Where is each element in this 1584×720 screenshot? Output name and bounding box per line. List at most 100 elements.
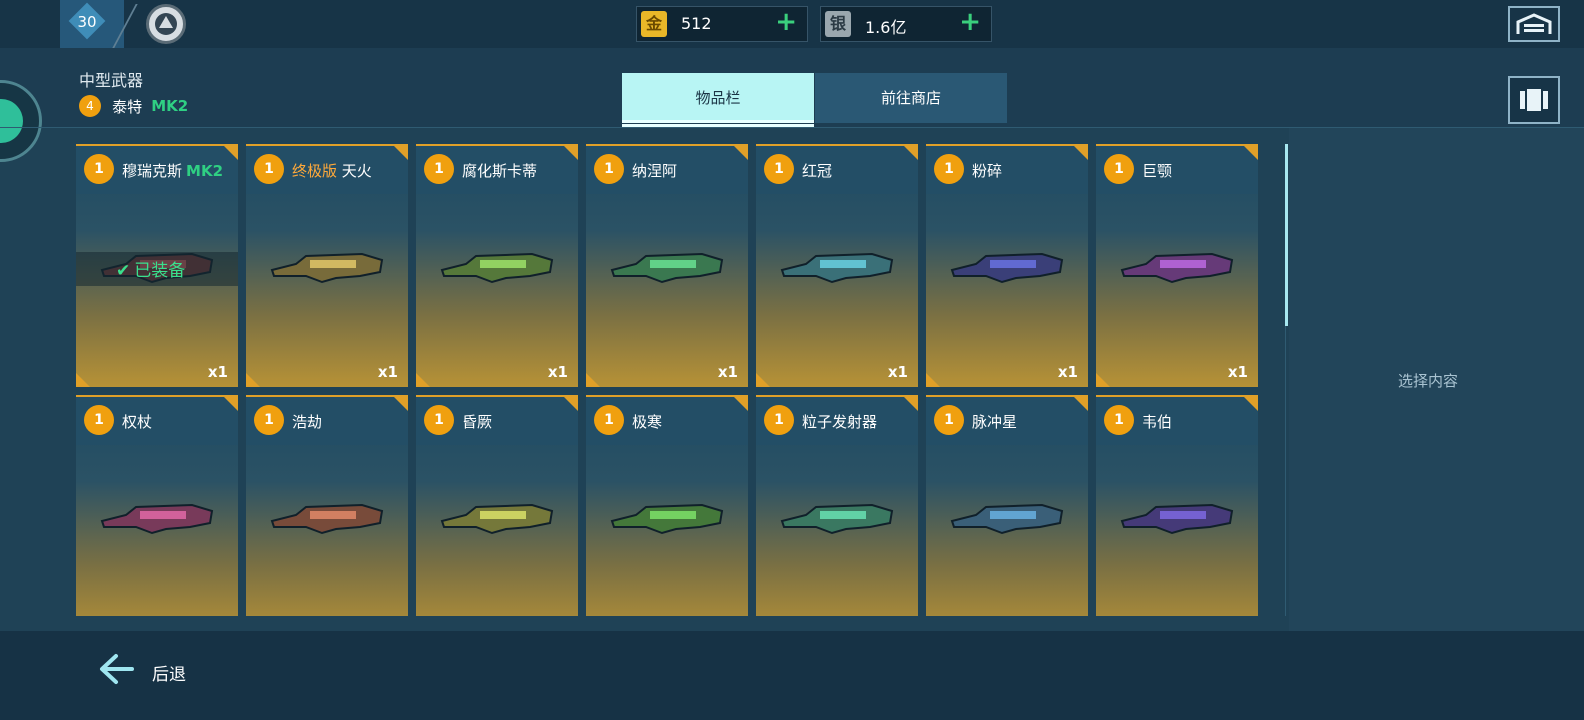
corner-accent bbox=[756, 373, 770, 387]
weapon-weber-icon bbox=[1120, 503, 1234, 535]
hangar-icon bbox=[1516, 13, 1552, 34]
weapon-redcrown-icon bbox=[780, 252, 894, 284]
item-level-badge: 1 bbox=[254, 405, 284, 435]
item-card[interactable]: 1 腐化斯卡蒂 x1 bbox=[416, 144, 578, 387]
item-name-text: 巨颚 bbox=[1142, 162, 1173, 180]
weapon-frost-icon bbox=[610, 503, 724, 535]
scroll-track bbox=[1285, 326, 1286, 616]
weapon-scepter-icon bbox=[100, 503, 214, 535]
item-card[interactable]: 1 粉碎 x1 bbox=[926, 144, 1088, 387]
silver-currency: 银 1.6亿 + bbox=[820, 6, 992, 42]
player-level[interactable]: 30 bbox=[60, 0, 124, 48]
corner-accent bbox=[926, 373, 940, 387]
item-name-text: 韦伯 bbox=[1142, 413, 1173, 431]
item-name-text: 权杖 bbox=[122, 413, 153, 431]
weapon-nania-icon bbox=[610, 252, 724, 284]
category-title: 中型武器 bbox=[79, 71, 144, 90]
item-name-text: 纳涅阿 bbox=[632, 162, 678, 180]
item-card[interactable]: 1 粒子发射器 bbox=[756, 395, 918, 616]
toggle-view-button[interactable] bbox=[1508, 76, 1560, 124]
corner-accent bbox=[224, 146, 238, 160]
level-number: 30 bbox=[77, 13, 97, 31]
item-name-text: 浩劫 bbox=[292, 413, 323, 431]
weapon-particle-icon bbox=[780, 503, 894, 535]
select-content-hint: 选择内容 bbox=[1398, 372, 1459, 390]
item-name: 穆瑞克斯 MK2 bbox=[122, 160, 223, 181]
corner-accent bbox=[904, 397, 918, 411]
item-count: x1 bbox=[1227, 363, 1248, 381]
item-name-text: 红冠 bbox=[802, 162, 833, 180]
item-card[interactable]: 1 昏厥 bbox=[416, 395, 578, 616]
corner-accent bbox=[564, 146, 578, 160]
item-name: 纳涅阿 bbox=[632, 160, 677, 181]
bottom-bar bbox=[0, 631, 1584, 720]
item-card[interactable]: 1 极寒 bbox=[586, 395, 748, 616]
item-card[interactable]: 1 韦伯 bbox=[1096, 395, 1258, 616]
item-level-badge: 1 bbox=[1104, 405, 1134, 435]
item-card[interactable]: 1 脉冲星 bbox=[926, 395, 1088, 616]
item-name: 韦伯 bbox=[1142, 411, 1172, 432]
scrollbar[interactable] bbox=[1285, 144, 1288, 326]
item-name: 粉碎 bbox=[972, 160, 1002, 181]
item-name: 红冠 bbox=[802, 160, 832, 181]
corner-accent bbox=[1244, 146, 1258, 160]
item-level-badge: 1 bbox=[84, 405, 114, 435]
item-name-text: 腐化斯卡蒂 bbox=[462, 162, 538, 180]
item-name: 脉冲星 bbox=[972, 411, 1017, 432]
item-card[interactable]: 1 穆瑞克斯 MK2 ✔ 已装备 x1 bbox=[76, 144, 238, 387]
item-level-badge: 1 bbox=[1104, 154, 1134, 184]
check-icon: ✔ bbox=[116, 261, 131, 281]
item-level-badge: 1 bbox=[934, 154, 964, 184]
weapon-skadi-icon bbox=[440, 252, 554, 284]
weapon-pulsar-icon bbox=[950, 503, 1064, 535]
weapon-mk: MK2 bbox=[151, 97, 189, 115]
panel-icon bbox=[1520, 89, 1548, 111]
corner-accent bbox=[246, 373, 260, 387]
weapon-jaw-icon bbox=[1120, 252, 1234, 284]
equipped-text: 已装备 bbox=[134, 261, 186, 281]
item-name: 极寒 bbox=[632, 411, 662, 432]
item-card[interactable]: 1 巨颚 x1 bbox=[1096, 144, 1258, 387]
item-name-text: 穆瑞克斯 bbox=[122, 162, 183, 180]
item-count: x1 bbox=[547, 363, 568, 381]
item-mk: MK2 bbox=[186, 162, 224, 180]
item-count: x1 bbox=[887, 363, 908, 381]
item-level-badge: 1 bbox=[424, 154, 454, 184]
rank-emblem-icon[interactable] bbox=[146, 4, 186, 44]
item-name: 巨颚 bbox=[1142, 160, 1172, 181]
item-name: 粒子发射器 bbox=[802, 411, 877, 432]
current-weapon: 4 泰特 MK2 bbox=[79, 95, 188, 117]
item-card[interactable]: 1 红冠 x1 bbox=[756, 144, 918, 387]
item-level-badge: 1 bbox=[764, 154, 794, 184]
back-button[interactable]: 后退 bbox=[98, 652, 208, 688]
weapon-name: 泰特 bbox=[112, 97, 143, 116]
item-name-text: 天火 bbox=[337, 162, 372, 180]
inventory-grid: 1 穆瑞克斯 MK2 ✔ 已装备 x1 1 终极版 天火 x1 1 腐化斯卡蒂 x1 1 纳涅阿 x1 1 红冠… bbox=[76, 144, 1260, 616]
item-name: 权杖 bbox=[122, 411, 152, 432]
item-card[interactable]: 1 纳涅阿 x1 bbox=[586, 144, 748, 387]
add-silver-button[interactable]: + bbox=[959, 7, 981, 37]
corner-accent bbox=[394, 146, 408, 160]
corner-accent bbox=[904, 146, 918, 160]
tab-inventory[interactable]: 物品栏 bbox=[622, 73, 814, 123]
item-level-badge: 1 bbox=[594, 405, 624, 435]
item-count: x1 bbox=[717, 363, 738, 381]
gold-currency: 金 512 + bbox=[636, 6, 808, 42]
weapon-havoc-icon bbox=[270, 503, 384, 535]
item-name-text: 脉冲星 bbox=[972, 413, 1018, 431]
item-card[interactable]: 1 权杖 bbox=[76, 395, 238, 616]
weapon-level-badge: 4 bbox=[79, 95, 101, 117]
item-card[interactable]: 1 终极版 天火 x1 bbox=[246, 144, 408, 387]
item-card[interactable]: 1 浩劫 bbox=[246, 395, 408, 616]
weapon-tianhuo-icon bbox=[270, 252, 384, 284]
corner-accent bbox=[1096, 373, 1110, 387]
hangar-button[interactable] bbox=[1508, 6, 1560, 42]
corner-accent bbox=[76, 373, 90, 387]
equipped-label: ✔ 已装备 bbox=[116, 256, 185, 281]
weapon-faint-icon bbox=[440, 503, 554, 535]
add-gold-button[interactable]: + bbox=[775, 7, 797, 37]
corner-accent bbox=[416, 373, 430, 387]
corner-accent bbox=[586, 373, 600, 387]
corner-accent bbox=[734, 146, 748, 160]
tab-goto-shop[interactable]: 前往商店 bbox=[815, 73, 1007, 123]
